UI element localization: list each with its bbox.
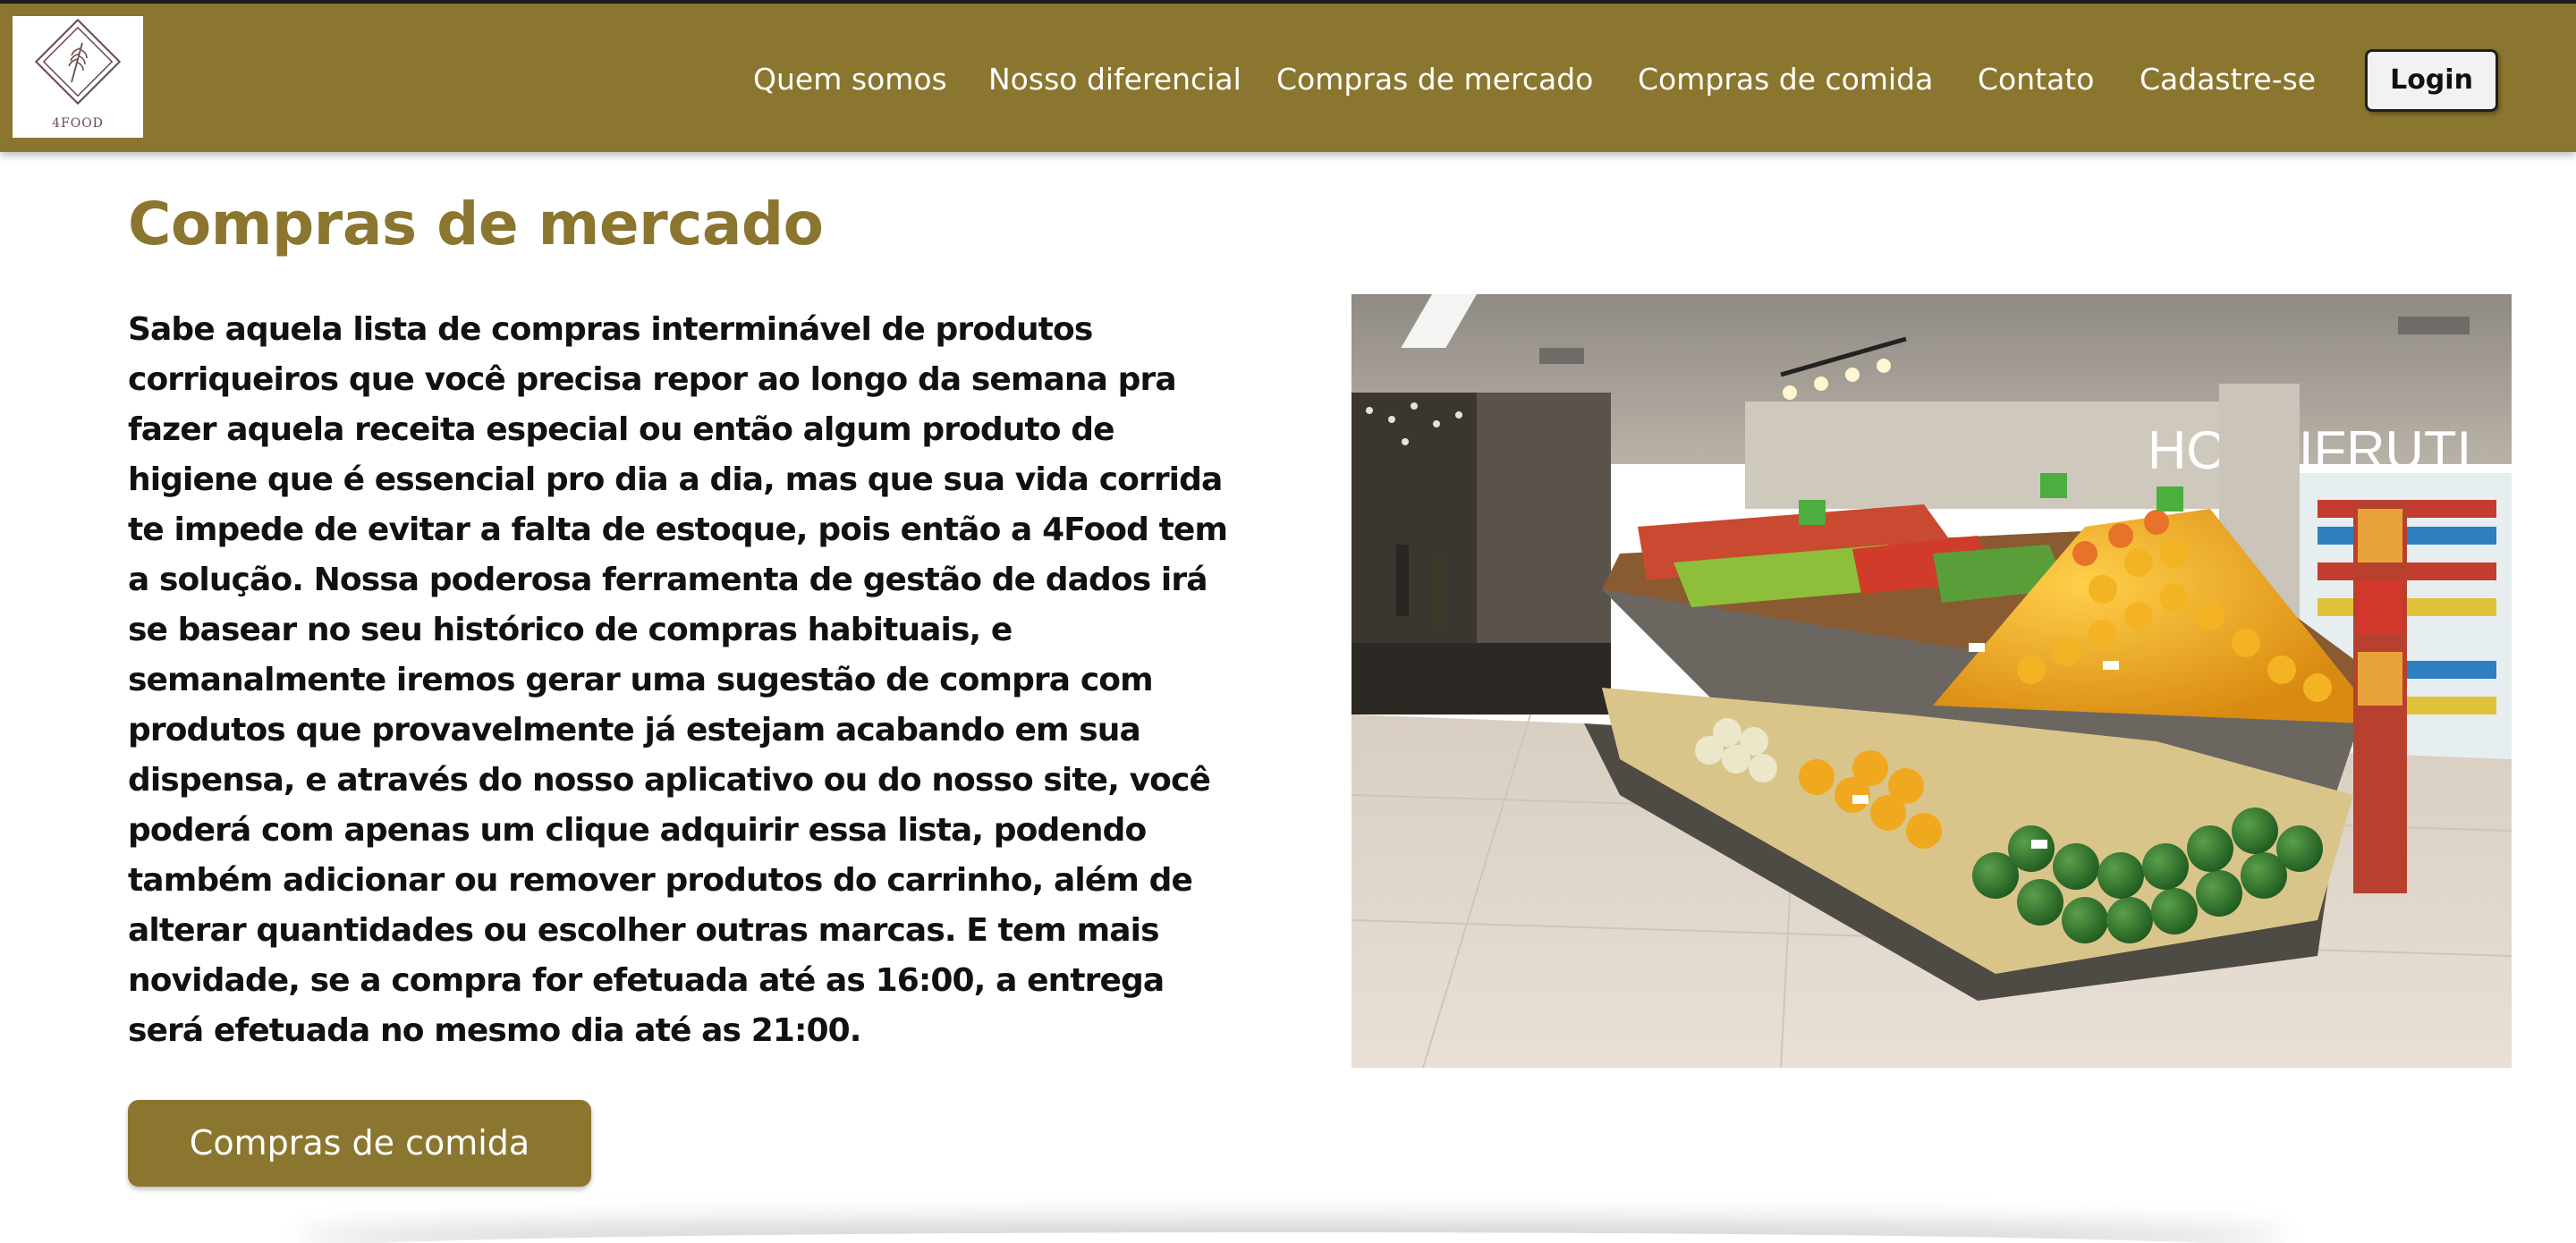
nav-quem-somos[interactable]: Quem somos bbox=[753, 62, 947, 97]
photo-sign-text: HORTIFRUTI bbox=[2148, 420, 2471, 480]
next-section-shadow bbox=[295, 1232, 2290, 1243]
nav-nosso-diferencial[interactable]: Nosso diferencial bbox=[988, 62, 1241, 97]
login-button[interactable]: Login bbox=[2365, 49, 2498, 112]
logo-text: 4FOOD bbox=[52, 116, 104, 131]
page-title: Compras de mercado bbox=[128, 190, 824, 258]
nav-contato[interactable]: Contato bbox=[1978, 62, 2094, 97]
section-description: Sabe aquela lista de compras intermináve… bbox=[128, 311, 1228, 1049]
nav-cadastre-se[interactable]: Cadastre-se bbox=[2140, 62, 2316, 97]
brand-logo[interactable]: 4FOOD bbox=[13, 16, 143, 138]
navbar: 4FOOD Quem somos Nosso diferencial Compr… bbox=[0, 4, 2576, 152]
compras-de-comida-button[interactable]: Compras de comida bbox=[128, 1100, 591, 1187]
nav-compras-de-mercado[interactable]: Compras de mercado bbox=[1276, 62, 1593, 97]
supermarket-produce-photo: HORTIFRUTI bbox=[1352, 294, 2512, 1068]
nav-compras-de-comida[interactable]: Compras de comida bbox=[1638, 62, 1933, 97]
